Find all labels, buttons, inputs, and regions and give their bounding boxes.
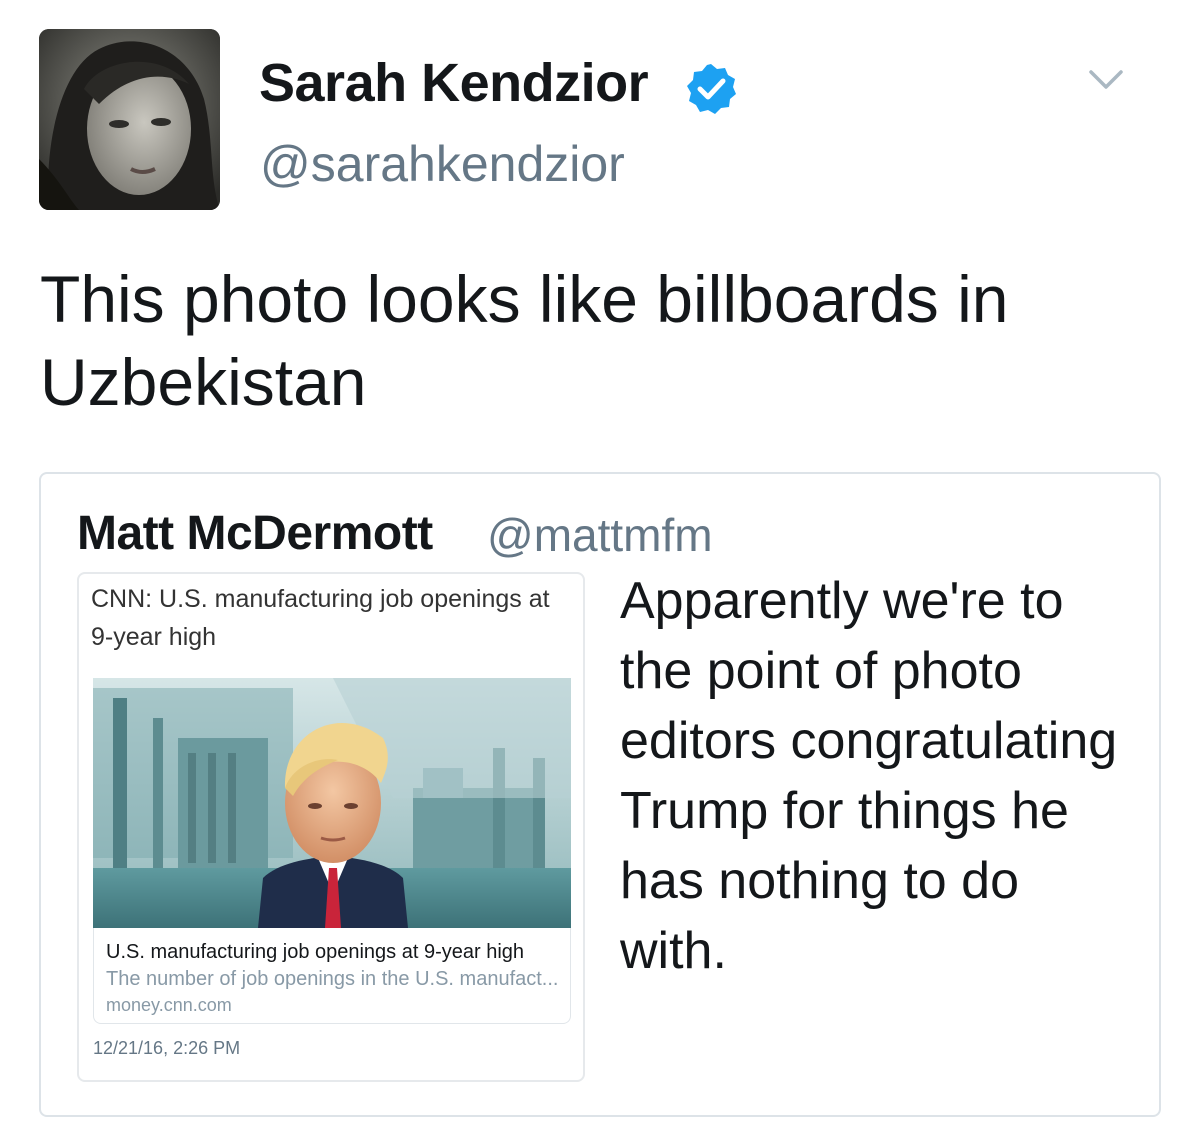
embedded-headline: CNN: U.S. manufacturing job openings at … xyxy=(91,585,550,651)
link-title: U.S. manufacturing job openings at 9-yea… xyxy=(106,941,525,963)
chevron-down-icon[interactable] xyxy=(1087,66,1125,94)
link-domain: money.cnn.com xyxy=(106,995,232,1015)
quoted-author-display-name: Matt McDermott xyxy=(77,507,433,560)
author-handle[interactable]: @sarahkendzior xyxy=(260,135,625,193)
link-description: The number of job openings in the U.S. m… xyxy=(106,968,559,990)
article-photo xyxy=(93,678,571,928)
quoted-tweet-card[interactable]: Matt McDermott @mattmfm CNN: U.S. manufa… xyxy=(39,472,1161,1117)
embedded-timestamp: 12/21/16, 2:26 PM xyxy=(93,1038,241,1058)
quoted-media-screenshot[interactable]: CNN: U.S. manufacturing job openings at … xyxy=(77,572,585,1082)
article-photo-image xyxy=(93,678,571,928)
avatar[interactable] xyxy=(39,29,220,210)
verified-badge-icon xyxy=(687,64,736,114)
avatar-photo xyxy=(39,29,220,210)
tweet-text: This photo looks like billboards in Uzbe… xyxy=(40,262,1009,419)
author-display-name[interactable]: Sarah Kendzior xyxy=(259,52,649,114)
quoted-author-handle: @mattmfm xyxy=(487,509,713,561)
link-preview-card[interactable]: U.S. manufacturing job openings at 9-yea… xyxy=(93,928,571,1024)
quoted-tweet-text: Apparently we're to the point of photo e… xyxy=(620,572,1118,980)
